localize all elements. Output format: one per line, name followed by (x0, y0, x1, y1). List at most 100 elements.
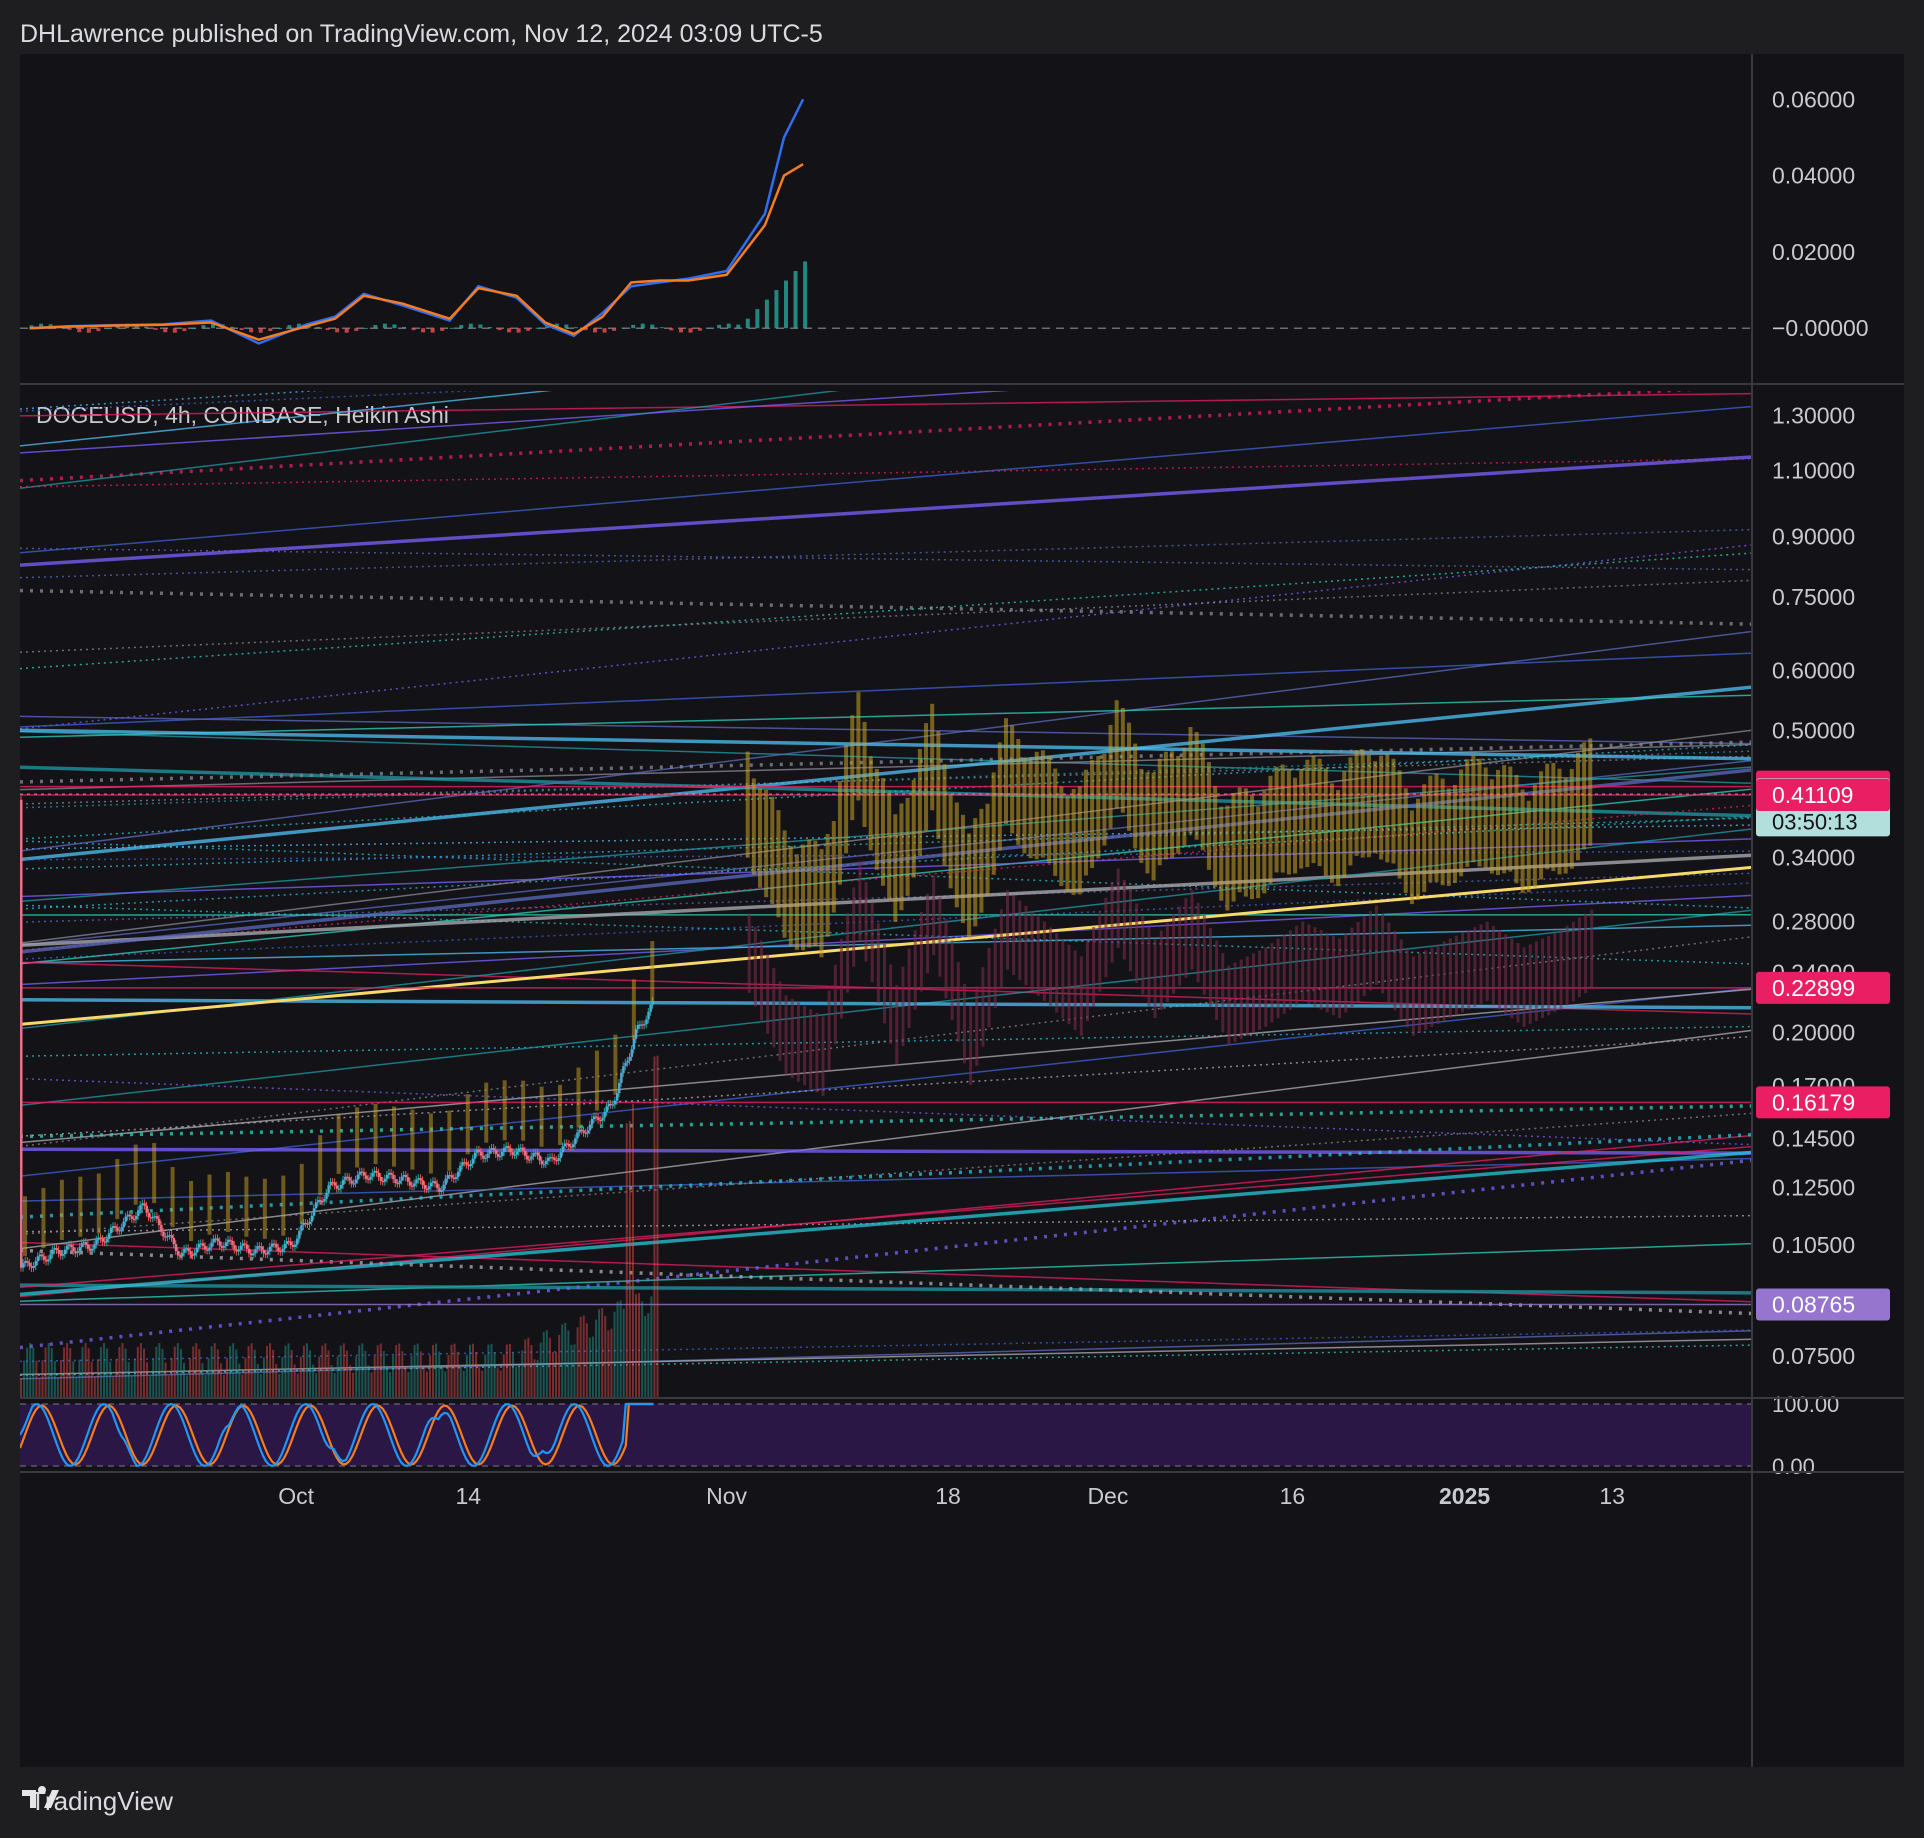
projection-bar (1582, 742, 1587, 850)
volume-bar (50, 1347, 53, 1398)
projection-bar (827, 990, 831, 1071)
trend-line (20, 547, 1752, 571)
price-tick-label: 0.12500 (1772, 1174, 1855, 1200)
projection-bar (1305, 759, 1310, 868)
macd-histogram-bar (382, 323, 387, 329)
time-tick-label: 16 (1280, 1483, 1306, 1509)
candle-body (300, 1225, 303, 1232)
candle-body (415, 1179, 418, 1184)
volume-bar (352, 1372, 355, 1398)
time-axis[interactable]: Oct 14 Nov 18 Dec 16 2025 13 (278, 1483, 1625, 1509)
chart-frame[interactable]: DOGEUSD, 4h, COINBASE, Heikin Ashi 0.060… (20, 54, 1904, 1767)
volume-bar (250, 1343, 253, 1398)
candle-body (254, 1249, 257, 1254)
volume-bar (139, 1343, 142, 1398)
price-label-badge[interactable]: 0.22899 (1756, 971, 1890, 1004)
candle-body (193, 1252, 197, 1256)
trend-line (20, 391, 484, 412)
projection-bar (262, 1178, 267, 1239)
volume-bar (502, 1354, 505, 1398)
macd-histogram-bar (707, 327, 712, 329)
chart-canvas[interactable]: DOGEUSD, 4h, COINBASE, Heikin Ashi 0.060… (20, 54, 1904, 1767)
macd-histogram-bar (373, 325, 378, 329)
volume-bar (422, 1366, 425, 1398)
price-axis[interactable]: 0.06000 0.04000 0.02000 −0.00000 1.30000 1.10… (1756, 86, 1890, 1479)
price-tick-label: 0.28000 (1772, 909, 1855, 935)
candle-body (252, 1253, 255, 1256)
projection-bar (1368, 910, 1372, 991)
volume-bar (558, 1334, 561, 1398)
projection-bar (924, 723, 929, 831)
candle-body (222, 1246, 226, 1248)
projection-bar (874, 769, 879, 870)
projection-bar (1165, 922, 1169, 1002)
candle-body (436, 1183, 439, 1189)
projection-bar (594, 1050, 599, 1111)
volume-bar (226, 1357, 229, 1398)
projection-bar (819, 849, 824, 958)
candle-body (406, 1177, 410, 1182)
price-label-badge[interactable]: 0.41109 (1756, 778, 1890, 811)
volume-bar (613, 1311, 616, 1398)
candle-body (480, 1151, 483, 1156)
price-label-badge[interactable]: 0.16179 (1756, 1086, 1890, 1119)
trend-line (20, 391, 1695, 483)
projection-bar (1479, 924, 1483, 1004)
price-label-badge[interactable]: 0.08765 (1756, 1288, 1890, 1321)
trend-line (20, 1283, 1752, 1295)
volume-bar (284, 1345, 287, 1398)
projection-bar (1110, 883, 1114, 963)
volume-bar (87, 1348, 90, 1398)
candle-body (195, 1247, 199, 1253)
candle-body (590, 1119, 594, 1125)
projection-bar (1393, 930, 1397, 1011)
volume-bar (585, 1323, 588, 1398)
macd-histogram-bar (507, 328, 512, 333)
projection-bar (1311, 755, 1316, 864)
volume-bar (204, 1375, 207, 1398)
projection-bar (889, 964, 893, 1044)
projection-bar (1213, 786, 1218, 888)
macd-histogram-bar (573, 327, 578, 329)
projection-bar (1325, 932, 1329, 1013)
volume-bar (253, 1349, 256, 1398)
volume-bar (327, 1350, 330, 1398)
projection-bar (1170, 751, 1175, 858)
volume-bar (278, 1373, 281, 1398)
projection-bar (1053, 768, 1058, 876)
projection-bar (1190, 890, 1194, 970)
volume-bar (262, 1357, 265, 1398)
macd-histogram-bar (745, 318, 750, 329)
macd-histogram-bar (602, 328, 607, 333)
volume-bar (155, 1346, 158, 1398)
projection-bar (225, 1171, 230, 1233)
macd-histogram-bar (201, 325, 206, 329)
macd-histogram-bar (67, 328, 72, 330)
candle-body (613, 1100, 617, 1105)
projection-bar (1522, 947, 1526, 1027)
candle-body (618, 1082, 621, 1094)
projection-bar (930, 703, 935, 811)
volume-bar (127, 1362, 130, 1398)
projection-bar (1541, 938, 1545, 1019)
volume-bar (345, 1350, 348, 1398)
macd-histogram-bar (163, 328, 168, 333)
volume-bar (118, 1346, 121, 1398)
volume-bar (582, 1315, 585, 1398)
projection-bar (1350, 927, 1354, 1007)
projection-bar (1301, 921, 1305, 1002)
candle-body (84, 1242, 88, 1245)
macd-histogram-bar (344, 328, 349, 333)
projection-bar (825, 834, 830, 937)
price-tick-label: 0.50000 (1772, 717, 1855, 743)
volume-bar (266, 1345, 268, 1398)
candle-body (567, 1144, 571, 1147)
projection-bar (1194, 731, 1199, 840)
macd-histogram-bar (764, 299, 769, 329)
projection-bar (1085, 941, 1089, 1022)
volume-bar (349, 1365, 352, 1398)
candle-body (55, 1248, 59, 1250)
candle-body (348, 1177, 351, 1181)
projection-bar (152, 1143, 157, 1204)
projection-bar (1151, 772, 1156, 881)
